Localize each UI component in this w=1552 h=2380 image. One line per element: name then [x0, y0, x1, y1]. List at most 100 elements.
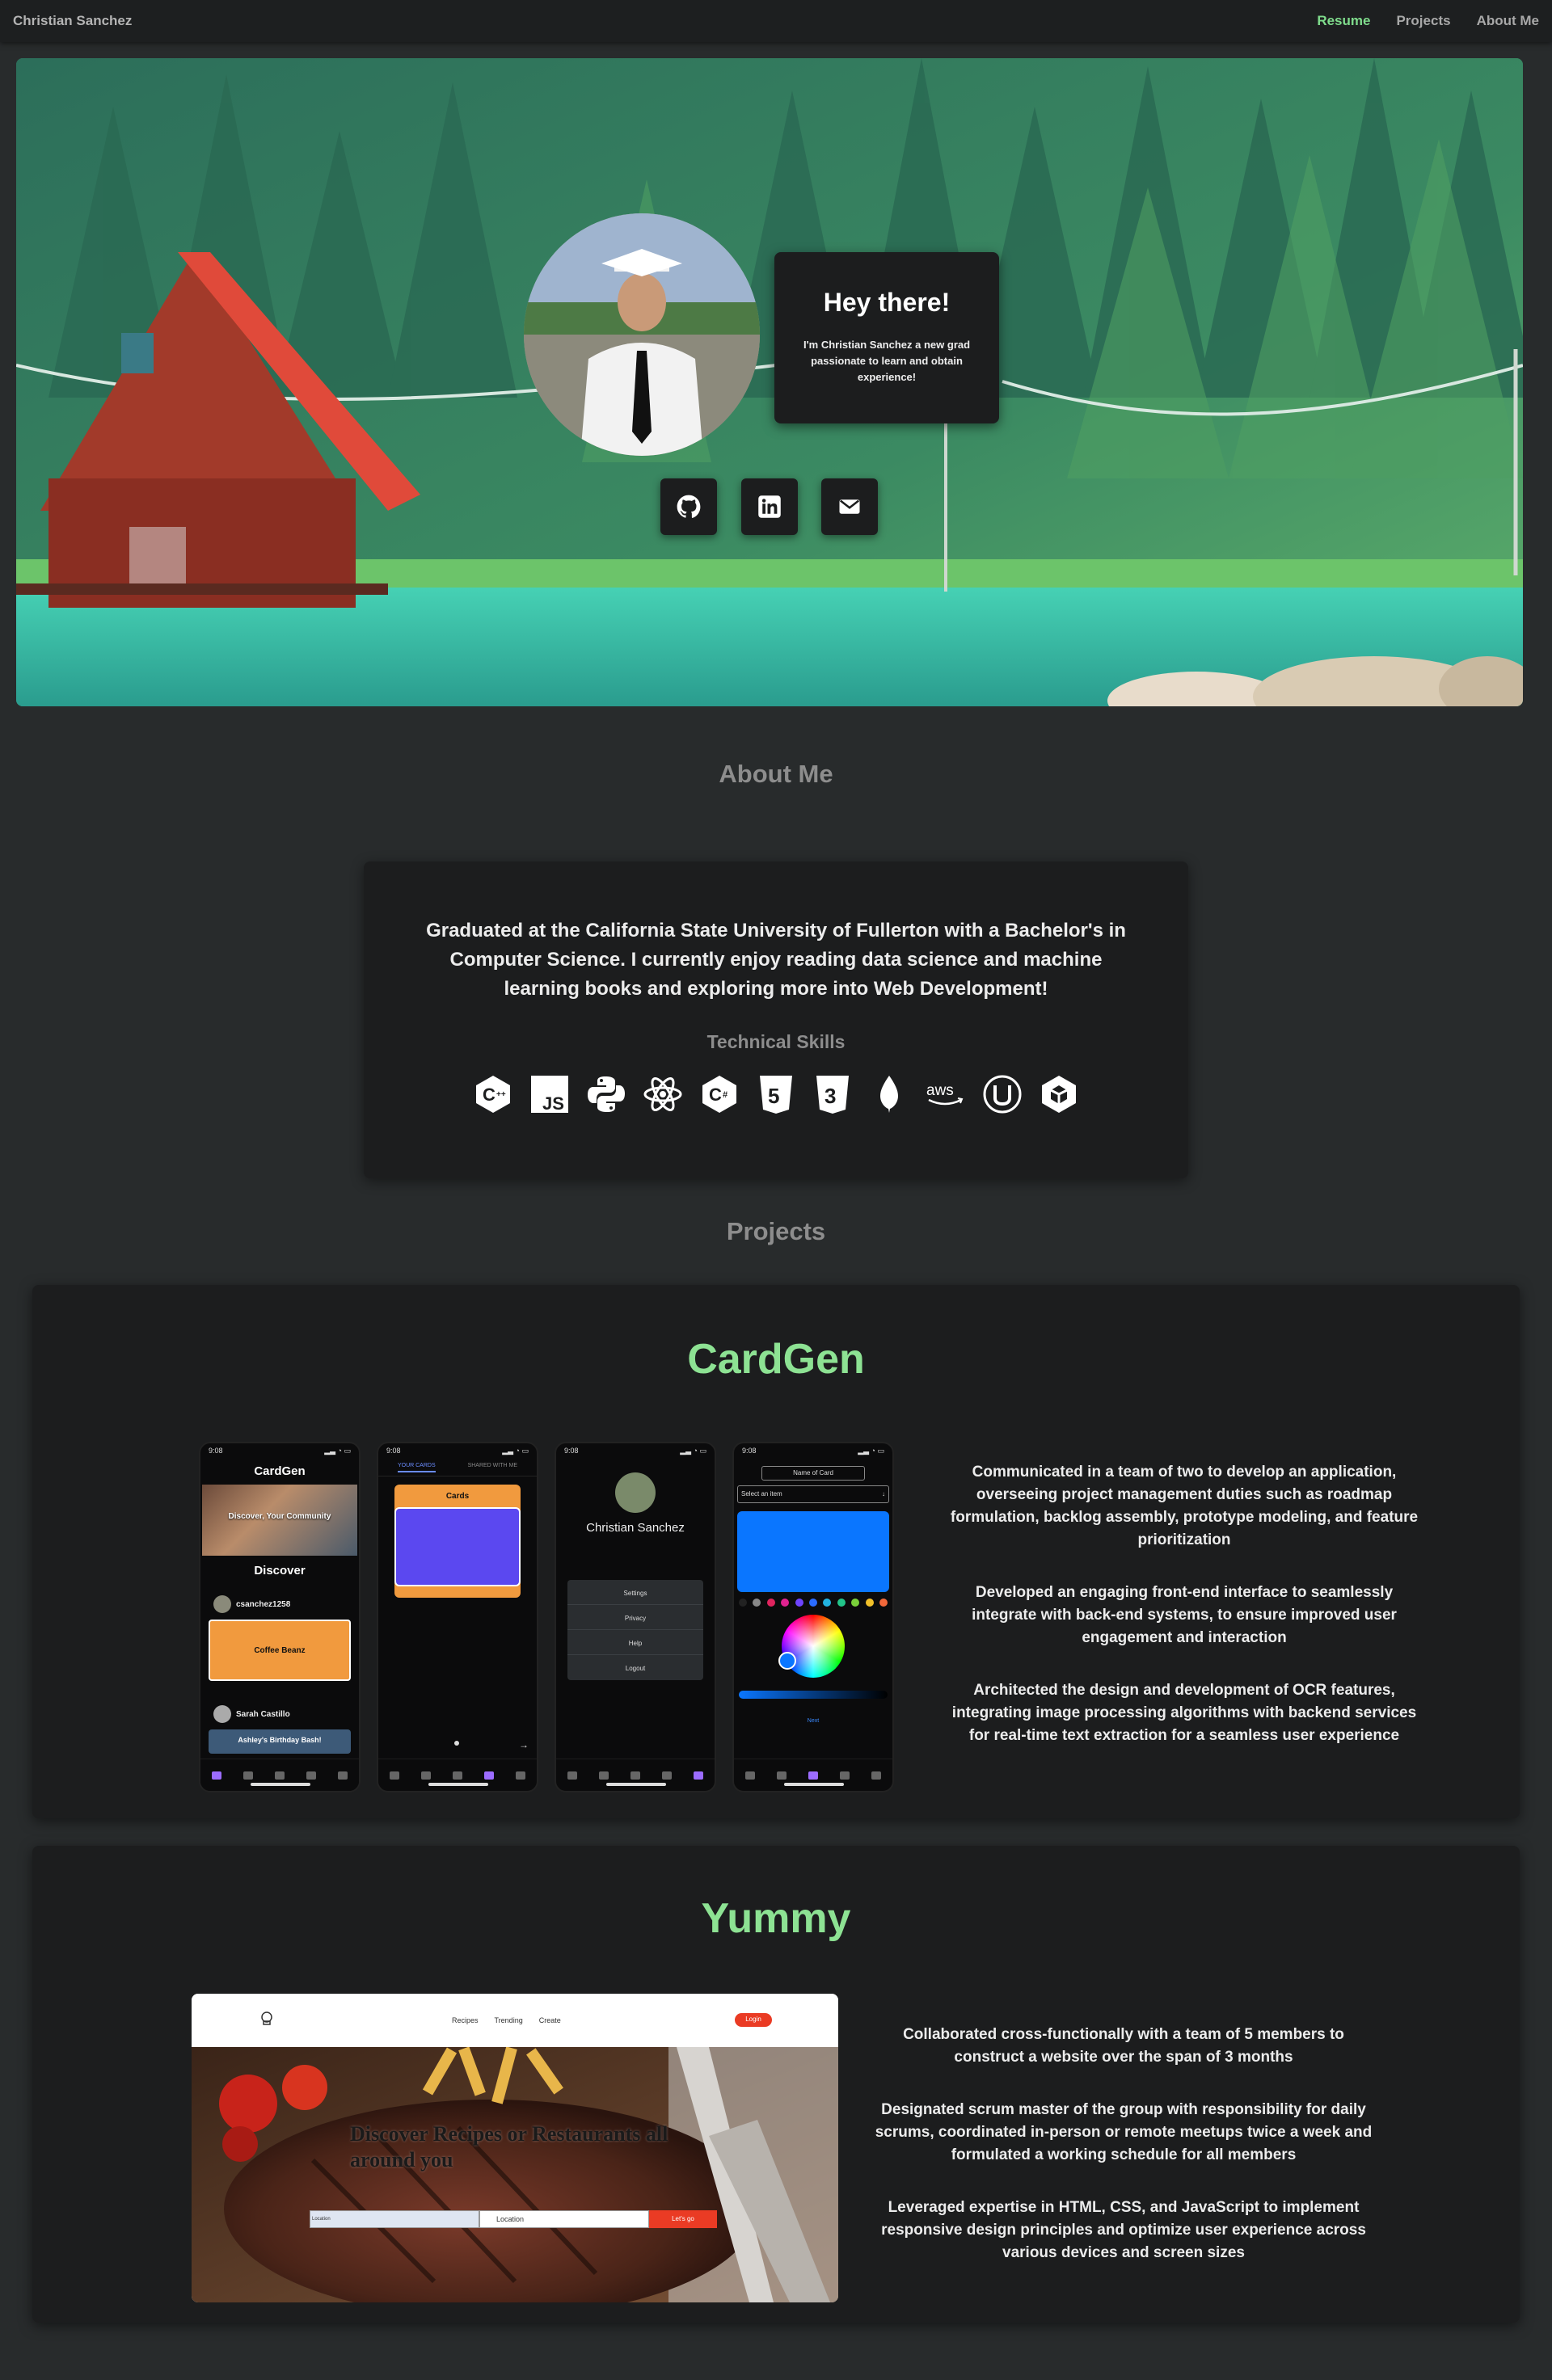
tab-home[interactable] — [389, 1771, 399, 1780]
menu-privacy[interactable]: Privacy — [567, 1605, 703, 1630]
yummy-login-button[interactable]: Login — [735, 2013, 772, 2027]
discover-banner-text: Discover, Your Community — [228, 1512, 331, 1521]
yummy-bullet-1: Collaborated cross-functionally with a t… — [903, 2026, 1344, 2066]
color-swatch[interactable] — [851, 1599, 860, 1607]
tab-account[interactable] — [871, 1771, 882, 1780]
home-indicator — [428, 1783, 488, 1786]
tab-new-card[interactable] — [452, 1771, 462, 1780]
tab-home[interactable] — [567, 1771, 577, 1780]
chevron-down-icon: ↓ — [882, 1490, 885, 1498]
nav-link-projects[interactable]: Projects — [1396, 13, 1450, 29]
tab-account[interactable] — [516, 1771, 526, 1780]
svg-text:3: 3 — [824, 1084, 836, 1108]
menu-logout[interactable]: Logout — [567, 1655, 703, 1680]
tab-search[interactable] — [776, 1771, 787, 1780]
react-icon — [643, 1072, 683, 1116]
greeting-title: Hey there! — [823, 288, 951, 317]
yummy-hero: Discover Recipes or Restaurants all arou… — [192, 2047, 838, 2302]
cardgen-screen-cards: 9:08 ▂▃ ◔ ▭ YOUR CARDS SHARED WITH ME Car… — [377, 1442, 538, 1792]
mongodb-icon — [869, 1072, 909, 1116]
brightness-slider[interactable] — [739, 1691, 888, 1699]
card-preview[interactable]: Coffee Beanz — [209, 1620, 351, 1681]
yummy-bullet-3: Leveraged expertise in HTML, CSS, and Ja… — [881, 2199, 1366, 2261]
color-swatch[interactable] — [753, 1599, 761, 1607]
yummy-search-left[interactable]: Location — [310, 2210, 479, 2228]
home-indicator — [784, 1783, 844, 1786]
profile-avatar — [615, 1472, 656, 1513]
tab-new-card[interactable] — [274, 1771, 285, 1780]
tab-shared[interactable]: SHARED WITH ME — [468, 1463, 517, 1472]
item-select-value: Select an item — [741, 1490, 782, 1498]
next-arrow-icon[interactable]: → — [519, 1739, 529, 1750]
tab-home[interactable] — [744, 1771, 755, 1780]
yummy-screenshot: Recipes Trending Create Login Discover R… — [192, 1994, 838, 2302]
color-swatch[interactable] — [781, 1599, 790, 1607]
tab-new-card[interactable] — [630, 1771, 640, 1780]
color-picker-handle[interactable] — [778, 1652, 796, 1670]
color-swatch[interactable] — [808, 1599, 817, 1607]
status-bar: 9:08 ▂▃ ◔ ▭ — [200, 1443, 359, 1461]
menu-help[interactable]: Help — [567, 1630, 703, 1655]
status-time: 9:08 — [386, 1447, 401, 1455]
greeting-text: I'm Christian Sanchez a new grad passion… — [803, 339, 971, 383]
yummy-go-button[interactable]: Let's go — [649, 2210, 717, 2228]
tab-social[interactable] — [484, 1771, 495, 1780]
chef-hat-icon — [261, 2011, 272, 2025]
profile-menu: Settings Privacy Help Logout — [567, 1580, 703, 1680]
tab-search[interactable] — [242, 1771, 253, 1780]
color-swatch[interactable] — [837, 1599, 846, 1607]
tab-search[interactable] — [420, 1771, 431, 1780]
nav-link-resume[interactable]: Resume — [1317, 13, 1370, 29]
site-brand[interactable]: Christian Sanchez — [13, 13, 132, 29]
status-bar: 9:08 ▂▃ ◔ ▭ — [734, 1443, 892, 1461]
tab-account[interactable] — [694, 1771, 704, 1780]
linkedin-icon — [758, 495, 781, 518]
next-link[interactable]: Next — [734, 1718, 892, 1724]
linkedin-button[interactable] — [741, 478, 798, 535]
tab-social[interactable] — [306, 1771, 317, 1780]
cardgen-bullets: Communicated in a team of two to develop… — [946, 1461, 1423, 1777]
color-swatch[interactable] — [739, 1599, 747, 1607]
card-preview[interactable]: Ashley's Birthday Bash! — [209, 1729, 351, 1754]
nav-link-about[interactable]: About Me — [1477, 13, 1539, 29]
python-icon — [586, 1072, 626, 1116]
profile-name: Christian Sanchez — [586, 1521, 685, 1535]
yummy-bullets: Collaborated cross-functionally with a t… — [873, 2024, 1374, 2294]
card-face[interactable] — [394, 1507, 521, 1586]
tab-account[interactable] — [338, 1771, 348, 1780]
card-stack[interactable]: Cards — [394, 1485, 521, 1598]
tab-new-card[interactable] — [808, 1771, 818, 1780]
cardgen-bullet-3: Architected the design and development o… — [951, 1682, 1417, 1744]
tab-search[interactable] — [598, 1771, 609, 1780]
svg-text:JS: JS — [542, 1093, 564, 1114]
yummy-nav-trending[interactable]: Trending — [495, 2016, 523, 2024]
csharp-icon: C # — [699, 1072, 740, 1116]
color-wheel[interactable] — [778, 1615, 845, 1678]
email-button[interactable] — [821, 478, 878, 535]
color-swatch[interactable] — [879, 1599, 888, 1607]
yummy-nav: Recipes Trending Create Login — [192, 1994, 838, 2047]
about-card: Graduated at the California State Univer… — [364, 861, 1188, 1178]
tab-home[interactable] — [211, 1771, 221, 1780]
tab-social[interactable] — [662, 1771, 673, 1780]
yummy-nav-recipes[interactable]: Recipes — [452, 2016, 479, 2024]
github-button[interactable] — [660, 478, 717, 535]
yummy-nav-create[interactable]: Create — [539, 2016, 561, 2024]
project-title-yummy: Yummy — [701, 1895, 851, 1942]
yummy-search-bar: Location Location Let's go — [310, 2210, 717, 2228]
color-swatch[interactable] — [865, 1599, 874, 1607]
status-bar: 9:08 ▂▃ ◔ ▭ — [556, 1443, 715, 1461]
card-name-input[interactable]: Name of Card — [761, 1466, 865, 1481]
about-section-title: About Me — [719, 760, 833, 788]
projects-section-title: Projects — [726, 1217, 826, 1245]
menu-settings[interactable]: Settings — [567, 1580, 703, 1605]
tab-your-cards[interactable]: YOUR CARDS — [397, 1463, 436, 1472]
tab-social[interactable] — [840, 1771, 850, 1780]
color-swatch[interactable] — [795, 1599, 803, 1607]
item-select[interactable]: Select an item ↓ — [737, 1485, 889, 1503]
color-swatch[interactable] — [766, 1599, 775, 1607]
cardgen-bullet-1: Communicated in a team of two to develop… — [950, 1464, 1419, 1548]
yummy-location-input[interactable]: Location — [479, 2210, 649, 2228]
skills-title: Technical Skills — [706, 1031, 846, 1052]
color-swatch[interactable] — [823, 1599, 832, 1607]
